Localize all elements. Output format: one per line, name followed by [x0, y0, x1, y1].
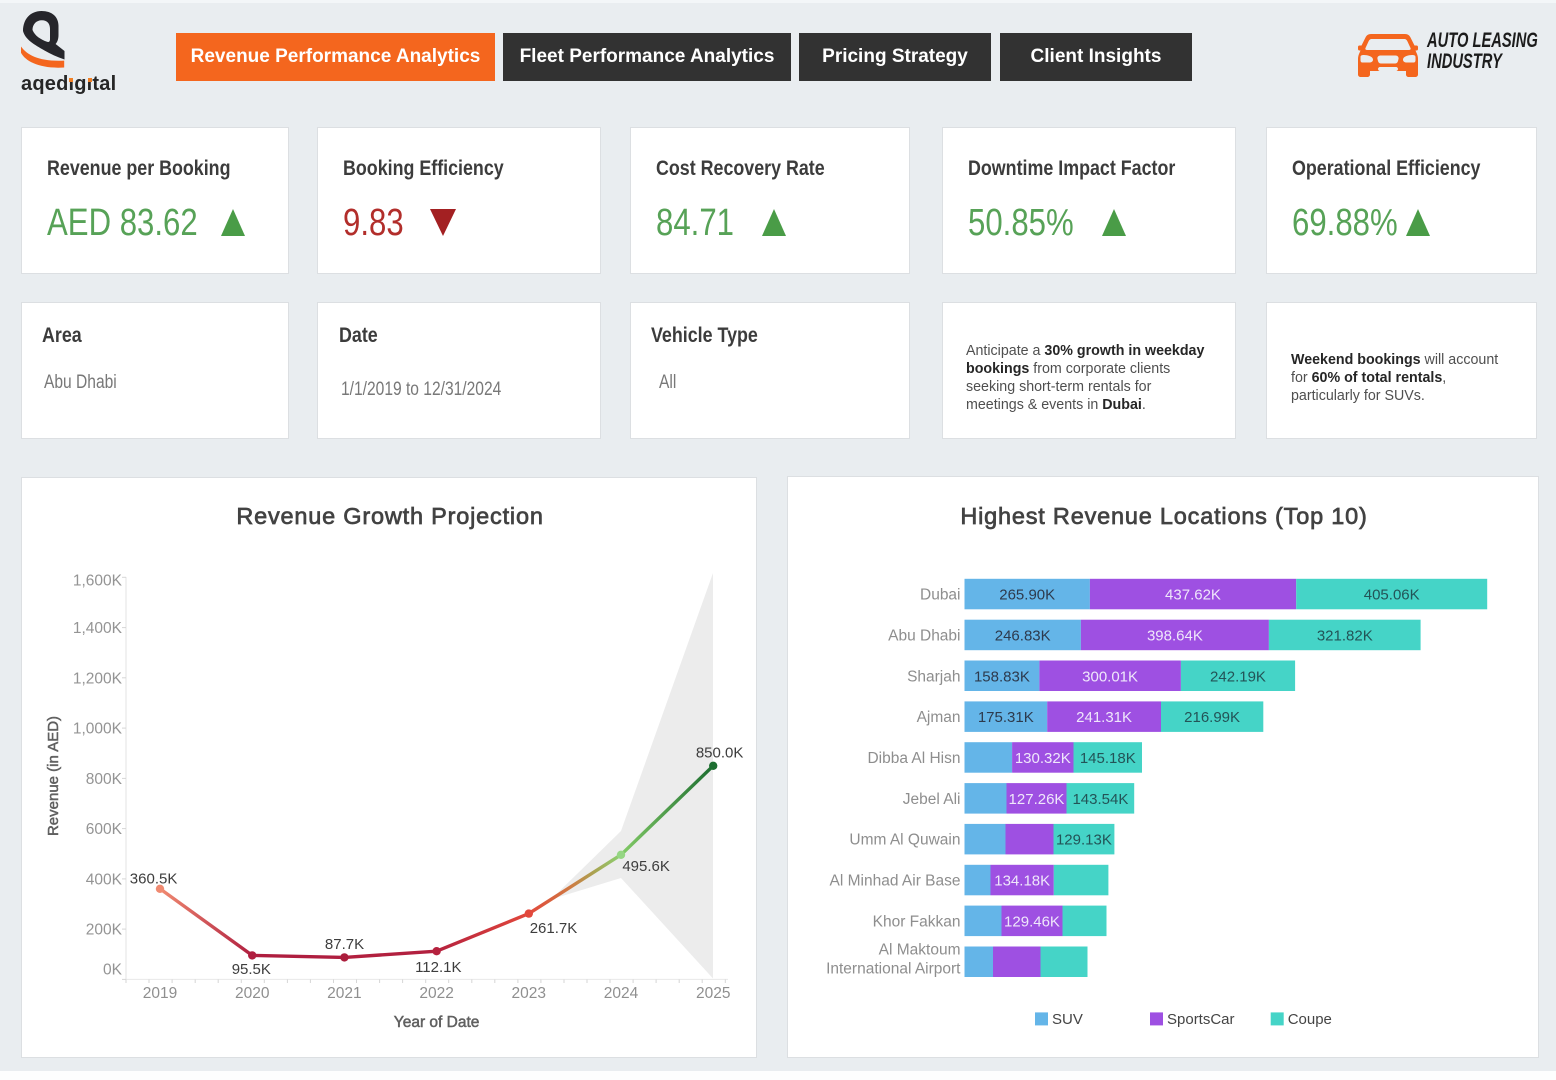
svg-text:850.0K: 850.0K [696, 744, 744, 761]
svg-text:158.83K: 158.83K [974, 668, 1030, 685]
svg-text:405.06K: 405.06K [1364, 587, 1420, 604]
svg-text:246.83K: 246.83K [995, 627, 1051, 644]
svg-text:242.19K: 242.19K [1210, 668, 1266, 685]
svg-text:175.31K: 175.31K [978, 709, 1034, 726]
svg-text:1,400K: 1,400K [73, 620, 123, 637]
svg-text:Al Maktoum: Al Maktoum [879, 942, 961, 959]
svg-text:112.1K: 112.1K [415, 959, 461, 976]
svg-text:Khor Fakkan: Khor Fakkan [873, 913, 961, 930]
svg-text:Sharjah: Sharjah [907, 668, 960, 685]
svg-text:Revenue Growth Projection: Revenue Growth Projection [236, 503, 543, 529]
svg-text:95.5K: 95.5K [232, 961, 271, 978]
svg-text:129.13K: 129.13K [1056, 832, 1112, 849]
svg-text:300.01K: 300.01K [1082, 668, 1138, 685]
svg-text:400K: 400K [86, 871, 123, 888]
svg-text:321.82K: 321.82K [1317, 627, 1373, 644]
svg-text:241.31K: 241.31K [1076, 709, 1132, 726]
svg-text:2022: 2022 [419, 985, 453, 1002]
svg-text:0K: 0K [103, 962, 123, 979]
svg-text:261.7K: 261.7K [530, 920, 578, 937]
svg-text:Al Minhad Air Base: Al Minhad Air Base [830, 873, 961, 890]
svg-text:2023: 2023 [512, 985, 546, 1002]
svg-text:Jebel Ali: Jebel Ali [903, 791, 961, 808]
svg-text:200K: 200K [86, 922, 123, 939]
svg-text:127.26K: 127.26K [1009, 791, 1065, 808]
svg-text:145.18K: 145.18K [1080, 750, 1136, 767]
svg-text:SportsCar: SportsCar [1167, 1011, 1235, 1028]
svg-text:2020: 2020 [235, 985, 270, 1002]
svg-text:1,200K: 1,200K [73, 670, 123, 687]
svg-text:Highest Revenue Locations (Top: Highest Revenue Locations (Top 10) [960, 503, 1367, 529]
svg-text:Ajman: Ajman [917, 709, 961, 726]
svg-text:Year of Date: Year of Date [394, 1014, 480, 1031]
svg-text:398.64K: 398.64K [1147, 627, 1203, 644]
svg-text:360.5K: 360.5K [130, 870, 178, 887]
svg-text:1,600K: 1,600K [73, 573, 123, 590]
svg-text:130.32K: 130.32K [1015, 750, 1071, 767]
svg-text:495.6K: 495.6K [622, 858, 670, 875]
svg-text:Dibba Al Hisn: Dibba Al Hisn [867, 750, 960, 767]
svg-text:437.62K: 437.62K [1165, 587, 1221, 604]
svg-text:216.99K: 216.99K [1184, 709, 1240, 726]
svg-text:87.7K: 87.7K [325, 936, 364, 953]
svg-text:Coupe: Coupe [1288, 1011, 1332, 1028]
svg-text:143.54K: 143.54K [1072, 791, 1128, 808]
svg-text:134.18K: 134.18K [994, 873, 1050, 890]
svg-text:600K: 600K [86, 821, 123, 838]
svg-text:129.46K: 129.46K [1004, 913, 1060, 930]
svg-text:Dubai: Dubai [920, 587, 961, 604]
svg-text:Umm Al Quwain: Umm Al Quwain [849, 832, 960, 849]
svg-text:1,000K: 1,000K [73, 721, 123, 738]
svg-text:2024: 2024 [604, 985, 639, 1002]
svg-text:International Airport: International Airport [826, 961, 961, 978]
svg-text:Revenue (in AED): Revenue (in AED) [45, 716, 62, 836]
svg-text:800K: 800K [86, 771, 123, 788]
svg-text:SUV: SUV [1052, 1011, 1083, 1028]
svg-text:2021: 2021 [327, 985, 361, 1002]
svg-text:265.90K: 265.90K [999, 587, 1055, 604]
svg-text:Abu Dhabi: Abu Dhabi [888, 627, 960, 644]
svg-text:2025: 2025 [696, 985, 730, 1002]
svg-text:2019: 2019 [143, 985, 177, 1002]
